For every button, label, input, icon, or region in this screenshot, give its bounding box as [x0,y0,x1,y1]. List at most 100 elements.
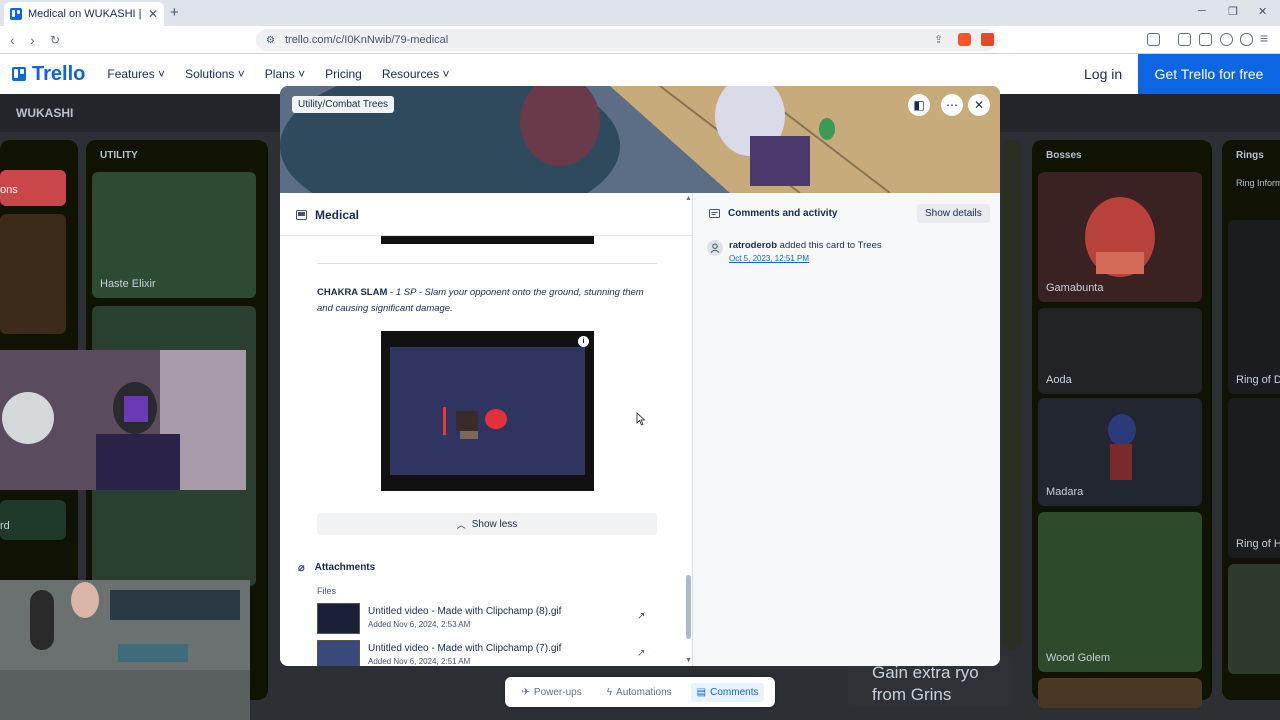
board-card-gamabunta[interactable]: Gamabunta [1038,172,1202,302]
board-card-madara[interactable]: Madara [1038,398,1202,506]
card-title: Medical [296,208,359,222]
nav-solutions[interactable]: Solutions ˅ [185,67,245,81]
scrollbar-thumb[interactable] [686,575,691,639]
attachment-item[interactable]: Untitled video - Made with Clipchamp (8)… [317,603,657,635]
close-window-icon[interactable]: ✕ [1258,5,1267,18]
trello-logo[interactable]: Trello [12,63,85,86]
board-column-bosses: Bosses Gamabunta Aoda Madara Wood Golem [1032,140,1212,708]
close-tab-icon[interactable]: ✕ [148,7,158,21]
board-card[interactable] [1228,564,1280,674]
menu-icon[interactable]: ≡ [1260,30,1268,46]
gameplay-image [390,347,585,475]
show-details-button[interactable]: Show details [917,204,990,223]
attachment-item[interactable]: Untitled video - Made with Clipchamp (7)… [317,640,657,666]
sidebar-icon[interactable] [1178,33,1191,46]
board-column [1002,140,1022,650]
previous-gif-bottom [381,236,594,244]
separator: - [387,287,396,298]
board-card-wood-golem[interactable]: Wood Golem [1038,512,1202,672]
nav-plans[interactable]: Plans ˅ [265,67,305,81]
column-title[interactable]: Rings [1236,150,1264,161]
activity-title: Comments and activity [728,208,838,219]
attachment-name[interactable]: Untitled video - Made with Clipchamp (7)… [368,643,561,654]
board-bottom-toolbar: ✈ Power-ups ϟ Automations ▤ Comments [505,677,775,707]
open-external-icon[interactable]: ↗ [637,648,645,659]
wallet-icon[interactable] [1199,33,1212,46]
webcam-feed-image [0,580,250,720]
automations-button[interactable]: ϟ Automations [601,683,678,702]
site-settings-icon[interactable]: ⚙ [266,35,275,46]
card-cover: Utility/Combat Trees ◧ ⋯ ✕ [280,86,1000,193]
info-icon[interactable]: i [578,336,589,347]
brave-shield-icon[interactable] [958,33,971,46]
attachment-thumbnail[interactable] [317,640,360,666]
share-icon[interactable]: ⇪ [934,33,947,46]
close-modal-icon[interactable]: ✕ [968,94,990,116]
activity-header: Comments and activity [709,208,837,219]
board-name[interactable]: WUKASHI [16,106,73,120]
board-column-rings: Rings Ring Inform Ring of D Ring of H [1222,140,1280,700]
card-icon [296,210,307,220]
show-less-button[interactable]: ︿ Show less [317,513,657,535]
column-title[interactable]: Bosses [1046,150,1082,161]
board-card-ring-d[interactable]: Ring of D [1228,220,1280,394]
divider [317,263,657,264]
scroll-up-icon[interactable]: ▲ [685,195,692,202]
board-card[interactable] [1038,678,1202,708]
card-description[interactable]: CHAKRA SLAM - 1 SP - Slam your opponent … [317,285,657,317]
paperclip-icon: ⌀ [298,562,305,574]
minimize-icon[interactable]: ─ [1198,5,1206,17]
brave-rewards-icon[interactable] [981,33,994,46]
nav-features[interactable]: Features ˅ [107,67,165,81]
browser-tab[interactable]: Medical on WUKASHI | Trello ✕ [4,2,164,26]
activity-user[interactable]: ratroderob [729,240,777,251]
get-trello-button[interactable]: Get Trello for free [1138,54,1280,94]
board-card-aoda[interactable]: Aoda [1038,308,1202,394]
tab-title: Medical on WUKASHI | Trello [28,8,142,20]
maximize-icon[interactable]: ❐ [1228,5,1238,18]
attachment-name[interactable]: Untitled video - Made with Clipchamp (8)… [368,606,561,617]
more-options-icon[interactable]: ⋯ [941,94,963,116]
activity-date-link[interactable]: Oct 5, 2023, 12:51 PM [729,254,882,263]
back-icon[interactable]: ‹ [10,32,15,48]
browser-toolbar: ‹ › ↻ ⚙ trello.com/c/I0KnNwib/79-medical… [0,26,1280,54]
webcam-overlay [0,350,246,490]
extensions-icon[interactable] [1147,33,1160,46]
mouse-cursor-icon [636,412,646,426]
list-name-chip[interactable]: Utility/Combat Trees [292,96,395,113]
login-link[interactable]: Log in [1084,66,1122,82]
forward-icon[interactable]: › [30,32,35,48]
card-cover-image [1085,197,1155,277]
browser-tab-bar: Medical on WUKASHI | Trello ✕ + ─ ❐ ✕ [0,0,1280,26]
board-card-ring-h[interactable]: Ring of H [1228,398,1280,558]
leo-ai-icon[interactable] [1220,33,1233,46]
activity-item: ratroderob added this card to Trees Oct … [707,240,882,263]
comments-button[interactable]: ▤ Comments [690,682,765,702]
attachment-thumbnail[interactable] [317,603,360,634]
description-gif[interactable]: i [381,331,594,491]
board-card-haste-elixir[interactable]: Haste Elixir [92,172,256,298]
address-bar[interactable]: ⚙ trello.com/c/I0KnNwib/79-medical [256,29,998,51]
nav-resources[interactable]: Resources ˅ [382,67,450,81]
comment-icon [709,208,720,218]
column-title[interactable]: UTILITY [100,150,138,161]
reload-icon[interactable]: ↻ [50,33,60,47]
board-card[interactable]: ons [0,170,66,206]
scroll-down-icon[interactable]: ▼ [685,657,692,664]
new-tab-button[interactable]: + [170,4,179,21]
logo-text: Trello [32,62,86,85]
open-external-icon[interactable]: ↗ [637,611,645,622]
nav-pricing[interactable]: Pricing [325,67,362,81]
scrollbar[interactable]: ▲ ▼ [685,195,692,666]
board-card[interactable]: rd [0,500,66,540]
watch-icon[interactable]: ◧ [908,94,930,116]
lightning-icon: ϟ [606,686,613,698]
card-title-text[interactable]: Medical [315,208,359,222]
vpn-icon[interactable] [1240,33,1253,46]
activity-text: ratroderob added this card to Trees [729,240,882,251]
board-card[interactable] [0,214,66,334]
card-cover-image [1108,414,1136,480]
power-ups-button[interactable]: ✈ Power-ups [516,683,588,702]
files-label: Files [317,586,337,596]
avatar[interactable] [707,240,723,256]
